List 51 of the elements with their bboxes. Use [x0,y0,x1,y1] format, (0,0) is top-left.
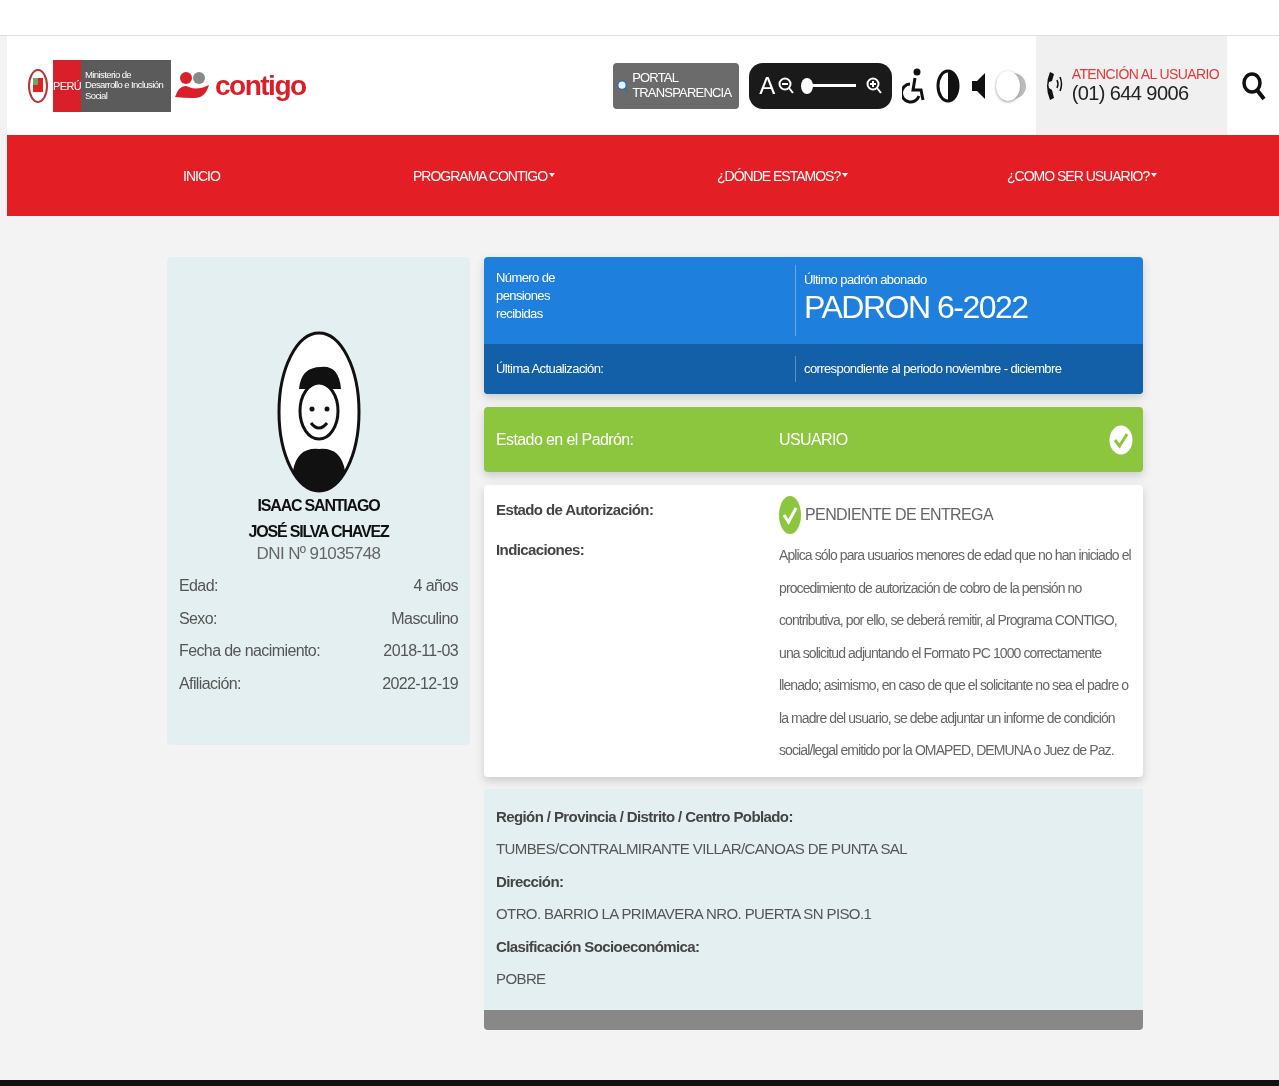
caret-icon [1151,173,1158,178]
ministry-label: Ministerio de Desarrollo e Inclusión Social [81,59,171,112]
check-icon [1109,424,1133,455]
caret-icon [842,173,849,178]
status-value: USUARIO [779,430,849,449]
status-label: Estado en el Padrón: [496,430,635,449]
location-label: Región / Provincia / Distrito / Centro Poblado: [496,806,794,827]
person-name: ISAAC SANTIAGO JOSÉ SILVA CHAVEZ [247,496,390,542]
last-register-label: Último padrón abonado [804,271,928,289]
field-label: Edad: [179,576,218,597]
field-value: 4 años [413,576,458,597]
country-label: PERÚ [53,59,81,112]
field-value: 2018-11-03 [383,641,458,662]
nav-menu-item[interactable]: ¿COMO SER USUARIO? [1007,163,1158,188]
search-icon[interactable] [1241,70,1267,101]
location-value: POBRE [496,969,547,989]
field-value: 2022-12-19 [382,673,458,694]
last-register-value: PADRON 6-2022 [804,289,1029,327]
zoom-in-icon[interactable] [865,76,882,95]
update-label: Última Actualización: [496,359,605,378]
update-value: correspondiente al periodo noviembre - diciembre [804,359,1063,378]
support-phone: (01) 644 9006 [1071,82,1190,105]
support-title: ATENCIÓN AL USUARIO [1071,66,1219,82]
audio-toggle[interactable] [995,72,1026,99]
pension-count-label: Número de pensiones recibidas [496,269,556,324]
notes-text: Aplica sólo para usuarios menores de edad que no han iniciado el procedimiento de autorización de cobro de la pensión no contributiva, por ello, se deberá remitir, al Programa CONTIGO, una solicitud adjuntando el Formato PC 1000 correctamente llenado; asimismo, en caso de que el solicitante no sea el padre o la madre del usuario, se debe adjuntar un informe de condición social/legal emitido por la OMAPED, DEMUNA o Juez de Paz. [779,546,1131,760]
contrast-icon[interactable] [935,68,960,103]
field-label: Afiliación: [179,673,241,694]
location-label: Dirección: [496,871,565,892]
location-value: OTRO. BARRIO LA PRIMAVERA NRO. PUERTA SN PISO.1 [496,904,873,924]
font-size-label: A [759,71,775,100]
field-label: Fecha de nacimiento: [179,641,320,662]
wheelchair-icon[interactable] [901,67,926,104]
location-label: Clasificación Socioeconómica: [496,936,701,957]
brand-logo[interactable]: contigo [215,69,306,102]
authorization-value: PENDIENTE DE ENTREGA [805,506,994,524]
zoom-out-icon[interactable] [777,76,794,95]
notes-label: Indicaciones: [496,540,586,560]
caret-icon [549,173,556,178]
field-label: Sexo: [179,608,217,629]
people-icon [175,70,209,101]
authorization-label: Estado de Autorización: [496,500,655,520]
check-icon [779,495,801,535]
avatar-icon [276,331,361,493]
location-value: TUMBES/CONTRALMIRANTE VILLAR/CANOAS DE PUNTA SAL [496,839,908,859]
nav-menu-item[interactable]: INICIO [183,163,413,188]
transparency-portal-button[interactable]: PORTAL TRANSPARENCIA [613,62,740,109]
nav-menu-item[interactable]: ¿DÓNDE ESTAMOS? [717,163,1007,188]
nav-menu-item[interactable]: PROGRAMA CONTIGO [413,163,717,188]
id-number: DNI Nº 91035748 [256,544,381,565]
field-value: Masculino [391,608,458,629]
